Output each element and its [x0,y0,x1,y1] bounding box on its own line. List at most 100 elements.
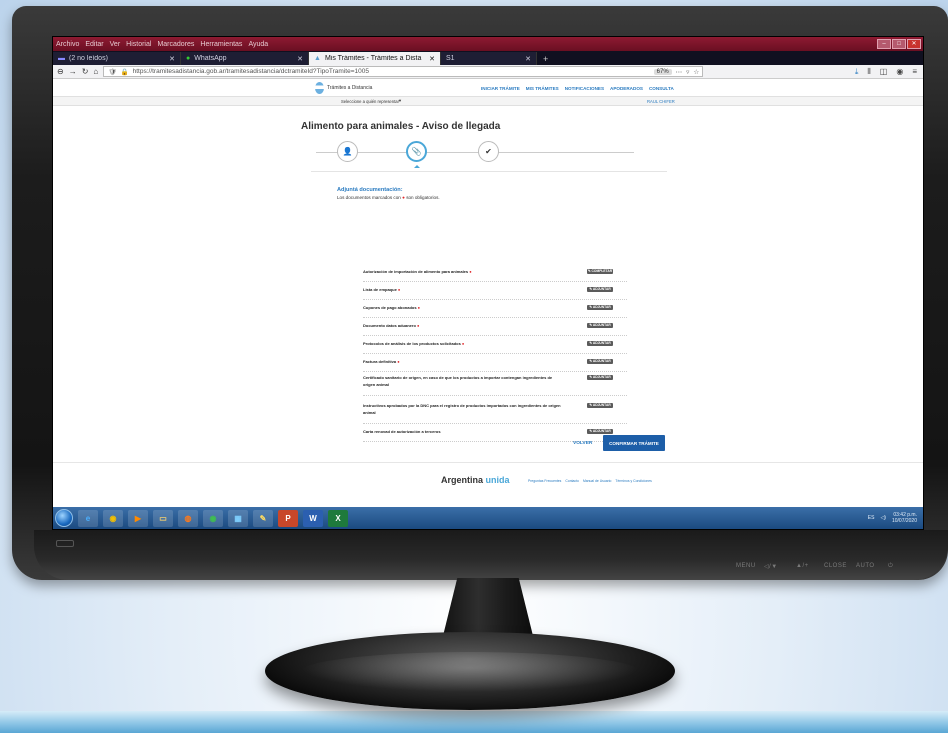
close-icon[interactable]: ✕ [169,55,175,63]
back-button[interactable]: VOLVER [573,441,592,446]
powerpoint-icon[interactable]: P [278,509,298,527]
menu-archivo[interactable]: Archivo [56,41,79,48]
menu-editar[interactable]: Editar [85,41,103,48]
media-player-icon[interactable]: ▶ [128,509,148,527]
tab-label: WhatsApp [194,55,227,62]
excel-icon[interactable]: X [328,509,348,527]
monitor-power-button[interactable]: ⏻ [888,563,893,570]
whatsapp-icon: ● [186,55,191,62]
background-strip [0,711,948,733]
attach-button[interactable]: ✎ ADJUNTAR [587,403,613,408]
menu-ayuda[interactable]: Ayuda [248,41,268,48]
attach-button[interactable]: ✎ COMPLETAR [587,269,613,274]
document-label-text: Cupones de pago abonados [363,305,417,310]
tab-s1[interactable]: S1 ✕ [441,52,537,65]
required-dot-icon: ● [460,341,465,346]
close-window-button[interactable]: ✕ [907,39,921,49]
document-label: Factura definitiva ● [363,358,563,365]
folder-icon[interactable]: ▭ [153,509,173,527]
attach-button[interactable]: ✎ ADJUNTAR [587,305,613,310]
page-actions-icon[interactable]: ⋯ [676,68,683,76]
attach-button[interactable]: ✎ ADJUNTAR [587,341,613,346]
monitor-auto-button[interactable]: AUTO [856,563,875,569]
chrome-alt-icon[interactable]: ◉ [203,509,223,527]
footer-link-faq[interactable]: Preguntas Frecuentes [528,479,561,483]
url-bar[interactable]: 🛡 🔒 https://tramitesadistancia.gob.ar/tr… [103,66,704,77]
tab-mail[interactable]: ▬ (2 no leídos) ✕ [53,52,181,65]
nav-notificaciones[interactable]: NOTIFICACIONES [565,86,604,91]
monitor-down-button[interactable]: ◁/▼ [764,563,778,570]
confirm-button[interactable]: CONFIRMAR TRÁMITE [603,435,665,451]
windows-taskbar: e ◉ ▶ ▭ ◍ ◉ ▦ ✎ P W X ES ◁) 03:42 p.m. 1… [53,507,923,529]
step-check-icon: ✔ [478,141,499,162]
monitor-bezel-bottom [34,530,948,580]
monitor-up-button[interactable]: ▲/+ [796,563,809,569]
sidebar-icon[interactable]: ◫ [880,67,888,77]
tab-mis-tramites[interactable]: ▲ Mis Trámites - Trámites a Dista ✕ [309,52,441,65]
nav-consulta[interactable]: CONSULTA [649,86,674,91]
required-note-text: Los documentos marcados con [337,195,401,200]
user-menu[interactable]: RAUL CHIFER [647,99,675,104]
document-label-text: Protocolos de análisis de los productos … [363,341,461,346]
monitor-menu-button[interactable]: MENU [736,563,756,569]
minimize-button[interactable]: – [877,39,891,49]
step-user-icon: 👤 [337,141,358,162]
attach-button[interactable]: ✎ ADJUNTAR [587,323,613,328]
ie-icon[interactable]: e [78,509,98,527]
library-icon[interactable]: ⫴ [867,67,870,77]
close-icon[interactable]: ✕ [429,55,435,63]
network-icon[interactable]: ▦ [228,509,248,527]
nav-apoderados[interactable]: APODERADOS [610,86,643,91]
language-indicator[interactable]: ES [868,515,875,521]
document-row: Lista de empaque ● ✎ ADJUNTAR [363,286,627,300]
volume-icon[interactable]: ◁) [880,515,886,521]
document-label-text: Carta renovad de autorización a terceros [363,429,441,434]
document-label-text: Documento datos aduanero [363,323,416,328]
hamburger-menu-icon[interactable]: ≡ [912,67,917,77]
word-icon[interactable]: W [303,509,323,527]
pocket-icon[interactable]: ▿ [686,68,689,76]
document-row: Factura definitiva ● ✎ ADJUNTAR [363,358,627,372]
home-icon[interactable]: ⌂ [93,67,98,76]
zoom-level[interactable]: 67% [653,68,672,75]
monitor-base-highlight [300,652,640,692]
reload-icon[interactable]: ↻ [82,67,89,76]
downloads-icon[interactable]: ⤓ [855,67,859,77]
url-text[interactable]: https://tramitesadistancia.gob.ar/tramit… [133,68,650,75]
clock[interactable]: 03:42 p.m. 10/07/2020 [892,512,917,524]
close-icon[interactable]: ✕ [525,55,531,63]
attach-button[interactable]: ✎ ADJUNTAR [587,359,613,364]
maximize-button[interactable]: □ [892,39,906,49]
attach-button[interactable]: ✎ ADJUNTAR [587,429,613,434]
new-tab-button[interactable]: + [537,52,548,65]
firefox-icon[interactable]: ◍ [178,509,198,527]
window-menu-bar: Archivo Editar Ver Historial Marcadores … [53,37,923,51]
nav-mis-tramites[interactable]: MIS TRÁMITES [526,86,559,91]
chevron-down-icon[interactable]: ▼ [398,98,402,103]
site-logo[interactable]: Trámites a Distancia [315,82,372,94]
account-icon[interactable]: ◉ [896,67,903,77]
back-icon[interactable]: ⊖ [57,67,64,76]
menu-historial[interactable]: Historial [126,41,151,48]
menu-herramientas[interactable]: Herramientas [200,41,242,48]
footer-link-contact[interactable]: Contacto [565,479,579,483]
close-icon[interactable]: ✕ [297,55,303,63]
footer-link-manual[interactable]: Manual de Usuario [583,479,611,483]
attach-button[interactable]: ✎ ADJUNTAR [587,287,613,292]
menu-marcadores[interactable]: Marcadores [157,41,194,48]
menu-ver[interactable]: Ver [110,41,121,48]
nav-iniciar-tramite[interactable]: INICIAR TRÁMITE [481,86,520,91]
monitor-close-button[interactable]: CLOSE [824,563,847,569]
attach-button[interactable]: ✎ ADJUNTAR [587,375,613,380]
chrome-icon[interactable]: ◉ [103,509,123,527]
tab-whatsapp[interactable]: ● WhatsApp ✕ [181,52,309,65]
bookmark-star-icon[interactable]: ☆ [693,68,702,76]
tab-label: Mis Trámites - Trámites a Dista [324,55,422,62]
required-dot-icon: ● [396,359,400,364]
represent-select[interactable]: Seleccione a quién representar [341,99,399,104]
footer-link-terms[interactable]: Términos y Condiciones [615,479,651,483]
start-button[interactable] [55,509,73,527]
document-row: Autorización de importación de alimento … [363,268,627,282]
forward-icon[interactable]: → [69,67,77,76]
tools-icon[interactable]: ✎ [253,509,273,527]
